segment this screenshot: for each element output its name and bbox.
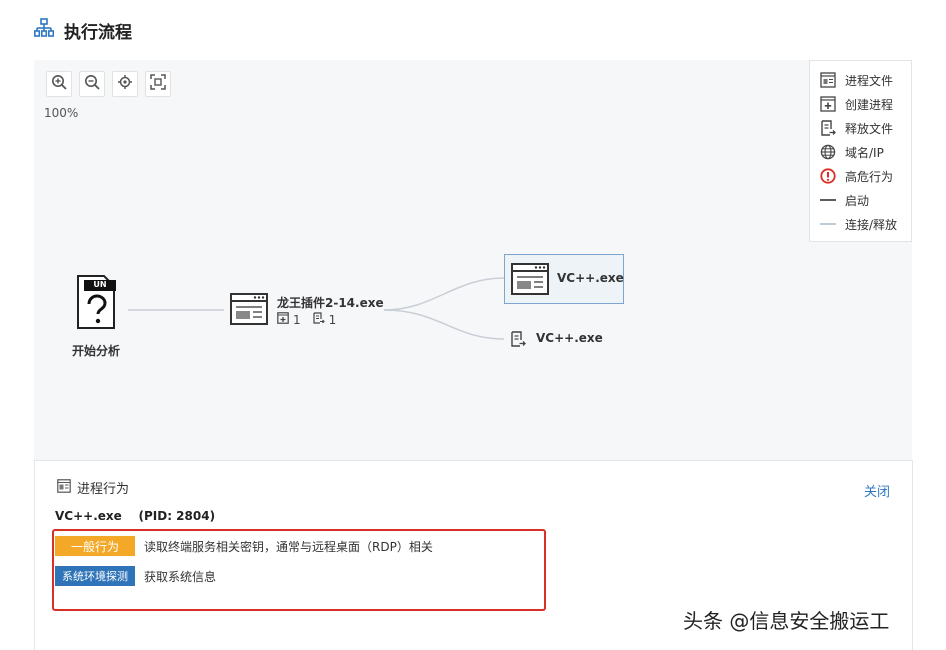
panel-title: 进程行为 [77,482,130,497]
process-window-icon [230,293,268,325]
legend-item-release-file: 释放文件 [819,119,893,137]
line-dark-icon [819,191,837,209]
graph-legend: 进程文件 创建进程 释放文件 域名/IP 高危行为 启动 连接/释放 [809,60,912,242]
legend-item-connect-line: 连接/释放 [819,215,897,233]
alert-icon [819,167,837,185]
release-file-icon [511,331,526,347]
page-header: 执行流程 [34,17,132,43]
legend-item-domain-ip: 域名/IP [819,143,884,161]
edge-main-to-child-file [383,309,505,340]
create-process-small-icon [277,312,289,327]
legend-label: 进程文件 [845,73,894,88]
create-process-icon [819,95,837,113]
legend-label: 释放文件 [845,121,894,136]
flow-graph-canvas[interactable]: 100% UN 开始分析 龙王插件2-14.exe 1 1 VC++.exe V… [34,60,912,460]
process-behavior-icon [57,478,71,497]
legend-label: 域名/IP [845,145,884,160]
process-name: VC++.exe [55,509,122,523]
org-chart-icon [34,18,55,42]
process-pid: (PID: 2804) [138,509,216,523]
release-count: 1 [328,312,337,327]
process-window-icon [511,263,549,295]
legend-label: 连接/释放 [845,217,898,232]
legend-item-high-risk: 高危行为 [819,167,893,185]
globe-icon [819,143,837,161]
legend-item-start-line: 启动 [819,191,869,209]
panel-header: 进程行为 [57,478,129,497]
legend-item-process-file: 进程文件 [819,71,893,89]
child-process-label: VC++.exe [557,271,624,285]
edge-main-to-child-process [383,277,505,311]
legend-label: 创建进程 [845,97,894,112]
release-file-icon [819,119,837,137]
legend-label: 高危行为 [845,169,894,184]
process-file-icon [819,71,837,89]
legend-label: 启动 [845,193,870,208]
start-node[interactable]: UN [74,274,118,330]
create-count: 1 [293,312,301,327]
line-light-icon [819,215,837,233]
start-node-badge: UN [93,280,107,289]
highlight-annotation-box [52,529,546,611]
process-name-line: VC++.exe (PID: 2804) [55,509,215,523]
main-process-counts: 1 1 [277,312,336,327]
main-process-node[interactable] [230,293,268,325]
page-title: 执行流程 [64,22,132,43]
start-node-label: 开始分析 [72,344,121,358]
child-file-label: VC++.exe [536,331,603,345]
close-link[interactable]: 关闭 [864,481,890,500]
watermark-text: 头条 @信息安全搬运工 [683,609,890,633]
graph-edges [128,277,505,340]
main-process-label: 龙王插件2-14.exe [277,296,384,310]
child-process-node[interactable]: VC++.exe [504,254,624,304]
legend-item-create-process: 创建进程 [819,95,893,113]
release-file-small-icon [313,312,325,327]
